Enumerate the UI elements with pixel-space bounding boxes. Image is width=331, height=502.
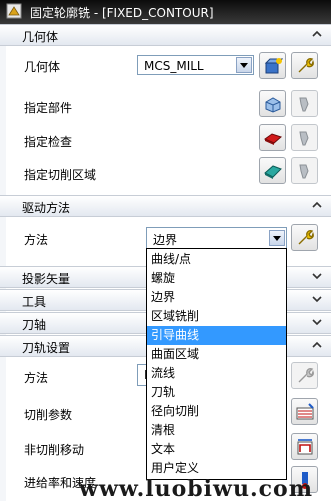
specify-check-button[interactable] <box>259 124 286 151</box>
dropdown-arrow-icon[interactable] <box>236 57 252 73</box>
specify-part-label: 指定部件 <box>24 101 73 115</box>
window-title: 固定轮廓铣 - [FIXED_CONTOUR] <box>30 6 214 20</box>
dropdown-option[interactable]: 曲面区域 <box>147 345 286 364</box>
watermark-text: www.luobiwu.com <box>79 476 313 502</box>
geometry-select[interactable]: MCS_MILL <box>137 55 254 75</box>
dropdown-option[interactable]: 引导曲线 <box>147 326 286 345</box>
edit-geometry-button[interactable] <box>291 52 318 79</box>
dropdown-option[interactable]: 径向切削 <box>147 402 286 421</box>
dropdown-option[interactable]: 流线 <box>147 364 286 383</box>
section-tool-label: 工具 <box>22 295 47 309</box>
cut-params-label: 切削参数 <box>24 408 73 422</box>
section-tool-axis-label: 刀轴 <box>22 318 47 332</box>
cut-area-icon <box>264 165 282 179</box>
part-icon <box>265 97 281 113</box>
drive-method-label: 方法 <box>24 233 49 247</box>
wrench-icon <box>298 58 314 73</box>
dropdown-option[interactable]: 刀轨 <box>147 383 286 402</box>
edit-method-button[interactable] <box>291 362 318 389</box>
toolpath-method-label: 方法 <box>24 371 49 385</box>
new-geometry-icon <box>264 58 283 74</box>
new-geometry-button[interactable] <box>259 52 286 79</box>
section-geometry-label: 几何体 <box>22 30 59 44</box>
flashlight-icon <box>299 131 309 146</box>
dropdown-option[interactable]: 文本 <box>147 440 286 459</box>
specify-part-button[interactable] <box>259 90 286 117</box>
chevron-up-icon[interactable] <box>311 339 323 351</box>
section-projection-vector-label: 投影矢量 <box>22 272 71 286</box>
section-drive-method-label: 驱动方法 <box>22 201 71 215</box>
chevron-up-icon[interactable] <box>311 28 323 40</box>
non-cut-moves-icon <box>297 439 313 455</box>
show-check-button[interactable] <box>291 124 318 151</box>
specify-cut-area-label: 指定切削区域 <box>24 168 97 182</box>
dropdown-option[interactable]: 清根 <box>147 421 286 440</box>
chevron-down-icon[interactable] <box>311 293 323 305</box>
dropdown-arrow-icon[interactable] <box>269 230 285 246</box>
section-drive-method-header[interactable]: 驱动方法 <box>0 195 331 217</box>
title-bar: 固定轮廓铣 - [FIXED_CONTOUR] <box>0 0 331 24</box>
cut-params-icon <box>296 403 314 420</box>
specify-check-label: 指定检查 <box>24 135 73 149</box>
check-geometry-icon <box>263 133 282 145</box>
drive-method-select-value: 边界 <box>153 233 178 247</box>
non-cut-moves-label: 非切削移动 <box>24 443 85 457</box>
specify-cut-area-button[interactable] <box>259 157 286 184</box>
show-cut-area-button[interactable] <box>291 157 318 184</box>
geometry-label: 几何体 <box>24 60 61 74</box>
chevron-up-icon[interactable] <box>311 199 323 211</box>
edit-drive-method-button[interactable] <box>291 224 318 251</box>
wrench-icon <box>298 368 314 383</box>
cut-params-button[interactable] <box>291 398 318 425</box>
drive-method-select[interactable]: 边界 <box>146 227 287 249</box>
app-icon <box>6 3 22 19</box>
chevron-down-icon[interactable] <box>311 270 323 282</box>
flashlight-icon <box>299 164 309 179</box>
dropdown-option[interactable]: 边界 <box>147 288 286 307</box>
dropdown-option[interactable]: 曲线/点 <box>147 250 286 269</box>
dropdown-option[interactable]: 区域铣削 <box>147 307 286 326</box>
show-part-button[interactable] <box>291 90 318 117</box>
chevron-down-icon[interactable] <box>311 316 323 328</box>
section-toolpath-settings-label: 刀轨设置 <box>22 341 71 355</box>
non-cut-moves-button[interactable] <box>291 433 318 460</box>
flashlight-icon <box>299 97 309 112</box>
section-geometry-header[interactable]: 几何体 <box>0 24 331 46</box>
geometry-select-value: MCS_MILL <box>144 59 204 73</box>
left-gutter <box>0 24 6 501</box>
drive-method-dropdown-list[interactable]: 曲线/点 螺旋 边界 区域铣削 引导曲线 曲面区域 流线 刀轨 径向切削 清根 文本 用户定义 <box>146 248 287 480</box>
wrench-icon <box>298 230 314 245</box>
dropdown-option[interactable]: 螺旋 <box>147 269 286 288</box>
